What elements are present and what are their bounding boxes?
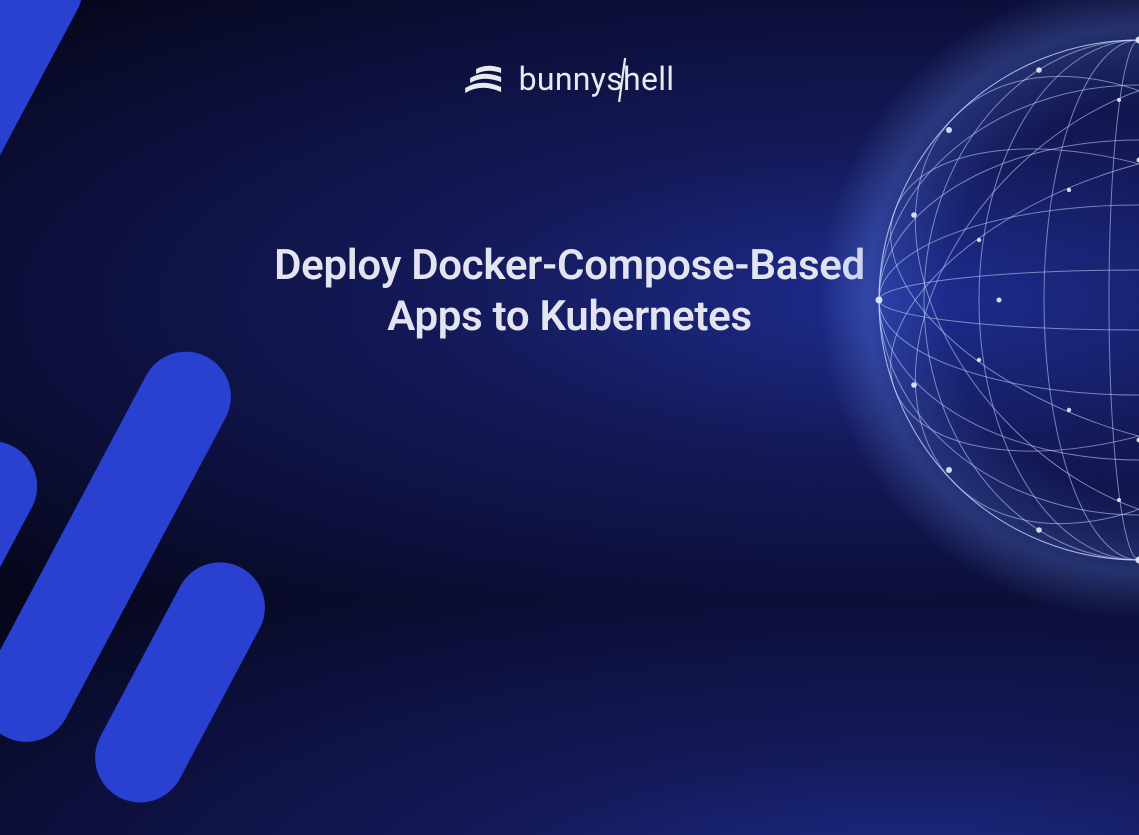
- brand-logo: bunnyshell: [465, 60, 675, 98]
- brand-text-left: bunny: [519, 60, 607, 98]
- wireframe-sphere-icon: [819, 0, 1139, 620]
- brand-slash-icon: [617, 58, 627, 102]
- decorative-pill-top: [0, 0, 96, 204]
- headline-line-2: Apps to Kubernetes: [387, 292, 752, 341]
- decorative-pills-bottom: [0, 275, 391, 834]
- brand-icon: [465, 64, 503, 94]
- headline-line-1: Deploy Docker-Compose-Based: [274, 241, 865, 290]
- brand-wordmark: bunnyshell: [519, 60, 675, 98]
